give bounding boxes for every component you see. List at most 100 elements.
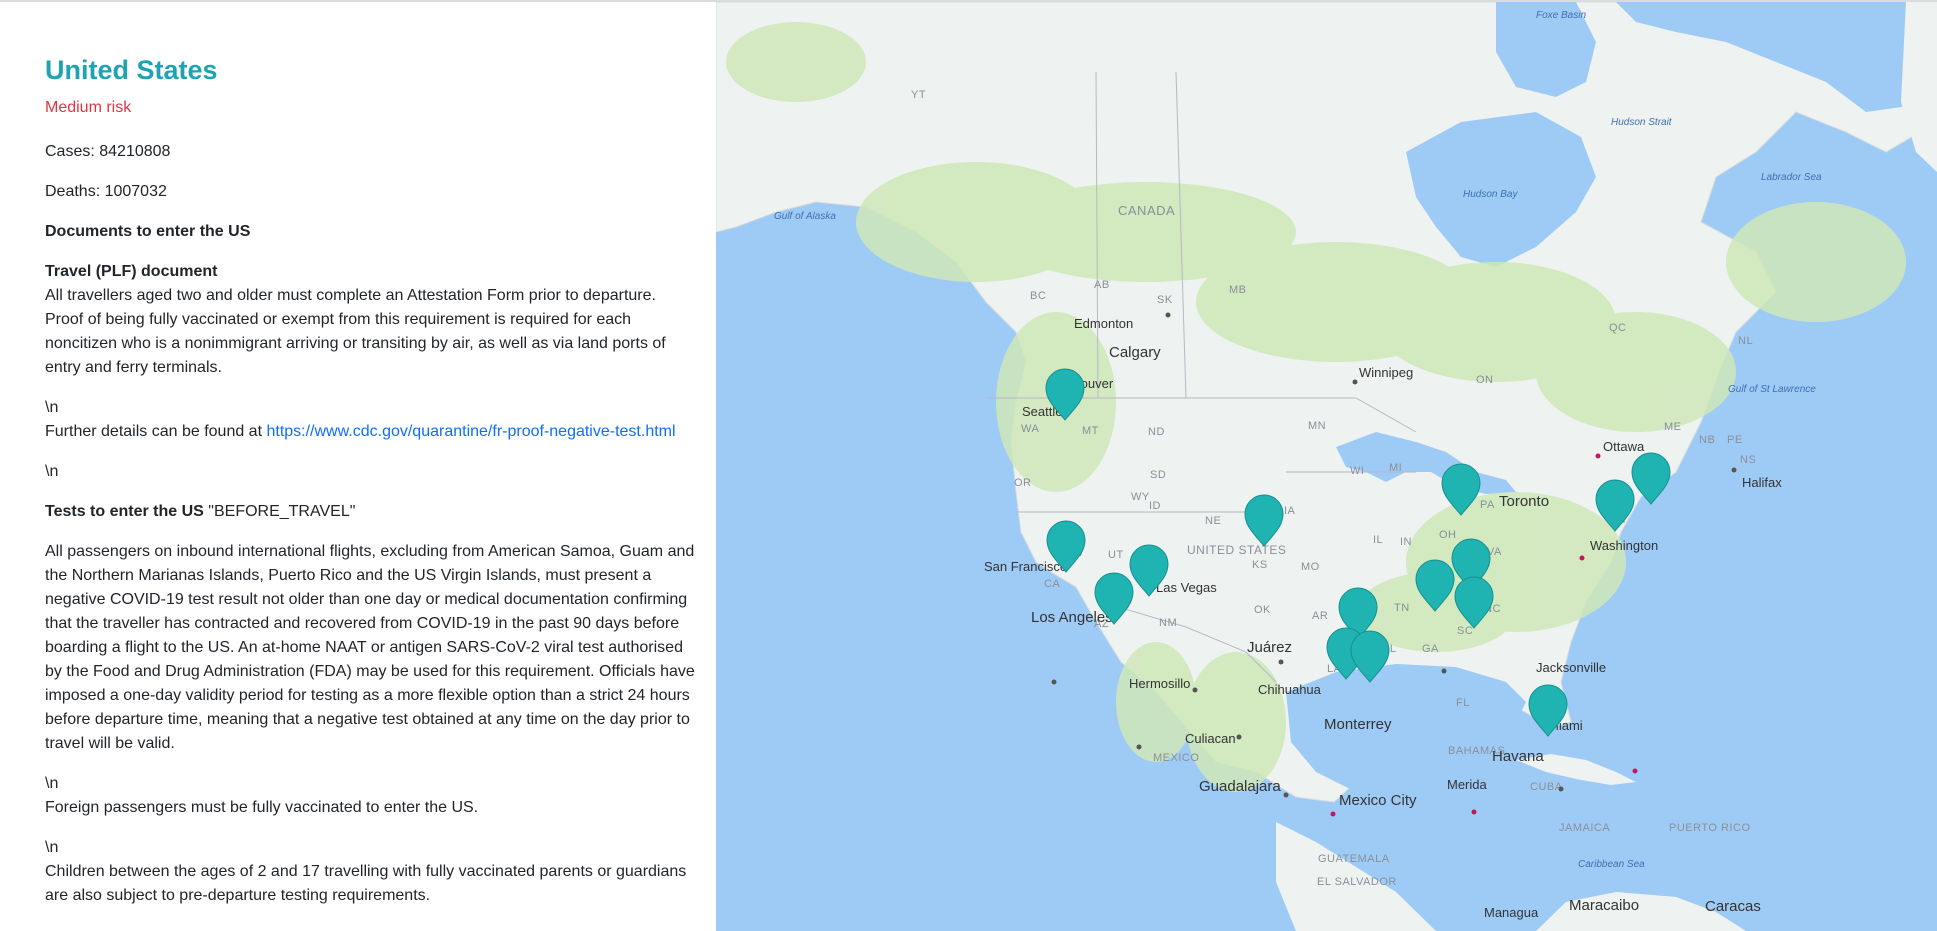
label-il: IL: [1373, 534, 1383, 546]
newline-marker: \n: [45, 463, 59, 480]
label-juarez: Juárez: [1247, 639, 1292, 656]
label-sd: SD: [1150, 469, 1166, 481]
label-jacksonville: Jacksonville: [1536, 660, 1606, 675]
tests-text: All passengers on inbound international …: [45, 543, 695, 752]
label-guatemala: GUATEMALA: [1318, 853, 1390, 865]
label-on: ON: [1476, 374, 1494, 386]
label-canada: CANADA: [1118, 203, 1175, 218]
newline-marker: \n: [45, 775, 59, 792]
label-hermosillo: Hermosillo: [1129, 676, 1190, 691]
label-ab: AB: [1094, 279, 1110, 291]
label-hudson-bay: Hudson Bay: [1463, 189, 1518, 200]
label-el-salvador: EL SALVADOR: [1317, 876, 1397, 888]
label-or: OR: [1014, 477, 1032, 489]
cdc-link[interactable]: https://www.cdc.gov/quarantine/fr-proof-…: [266, 423, 675, 440]
label-culiacan: Culiacan: [1185, 731, 1236, 746]
label-gulf-of-alaska: Gulf of Alaska: [774, 211, 836, 222]
newline-marker: \n: [45, 399, 59, 416]
cases-count: Cases: 84210808: [45, 143, 171, 160]
label-sc: SC: [1457, 625, 1473, 637]
label-los-angeles: Los Angeles: [1031, 609, 1113, 626]
label-wy: WY: [1131, 491, 1150, 503]
tests-heading-line: Tests to enter the US "BEFORE_TRAVEL": [45, 500, 695, 524]
plf-heading: Travel (PLF) document: [45, 263, 218, 280]
label-yt: YT: [911, 89, 926, 101]
label-id: ID: [1149, 500, 1161, 512]
children-text: Children between the ages of 2 and 17 tr…: [45, 863, 687, 904]
label-ks: KS: [1252, 559, 1268, 571]
label-nb: NB: [1699, 434, 1715, 446]
label-calgary: Calgary: [1109, 344, 1161, 361]
label-monterrey: Monterrey: [1324, 716, 1392, 733]
label-labrador-sea: Labrador Sea: [1761, 172, 1822, 183]
label-united-states: UNITED STATES: [1187, 543, 1286, 557]
label-ne: NE: [1205, 515, 1221, 527]
label-ia: IA: [1284, 505, 1296, 517]
label-ga: GA: [1422, 643, 1439, 655]
label-ut: UT: [1108, 549, 1124, 561]
documents-heading: Documents to enter the US: [45, 223, 251, 240]
label-ok: OK: [1254, 604, 1271, 616]
label-ottawa: Ottawa: [1603, 439, 1645, 454]
label-chihuahua: Chihuahua: [1258, 682, 1322, 697]
label-toronto: Toronto: [1499, 493, 1549, 510]
label-mi: MI: [1389, 462, 1402, 474]
label-cuba: CUBA: [1530, 781, 1563, 793]
label-nd: ND: [1148, 426, 1165, 438]
label-puerto-rico: PUERTO RICO: [1669, 822, 1751, 834]
vaccinated-text: Foreign passengers must be fully vaccina…: [45, 799, 479, 816]
label-hudson-strait: Hudson Strait: [1611, 117, 1673, 128]
label-wa: WA: [1021, 423, 1039, 435]
plf-text: All travellers aged two and older must c…: [45, 287, 666, 376]
label-nm: NM: [1159, 617, 1177, 629]
label-managua: Managua: [1484, 905, 1539, 920]
further-prefix: Further details can be found at: [45, 423, 267, 440]
label-mexico-city: Mexico City: [1339, 792, 1417, 809]
map-view[interactable]: Foxe Basin Hudson Strait Hudson Bay Labr…: [716, 2, 1937, 931]
label-wi: WI: [1350, 465, 1364, 477]
label-ar: AR: [1312, 610, 1328, 622]
label-in: IN: [1400, 536, 1412, 548]
label-fl: FL: [1456, 697, 1470, 709]
label-san-francisco: San Francisco: [984, 559, 1067, 574]
label-mt: MT: [1082, 425, 1099, 437]
label-mb: MB: [1229, 284, 1247, 296]
map-canvas[interactable]: Foxe Basin Hudson Strait Hudson Bay Labr…: [716, 2, 1937, 931]
label-havana: Havana: [1492, 748, 1544, 765]
label-edmonton: Edmonton: [1074, 316, 1133, 331]
label-las-vegas: Las Vegas: [1156, 580, 1217, 595]
deaths-count: Deaths: 1007032: [45, 183, 167, 200]
label-maracaibo: Maracaibo: [1569, 897, 1639, 914]
label-pa: PA: [1480, 499, 1495, 511]
label-halifax: Halifax: [1742, 475, 1782, 490]
label-qc: QC: [1609, 322, 1627, 334]
label-ns: NS: [1740, 454, 1756, 466]
label-pe: PE: [1727, 434, 1743, 446]
label-mexico: MEXICO: [1153, 752, 1199, 764]
label-nl: NL: [1738, 335, 1753, 347]
label-winnipeg: Winnipeg: [1359, 365, 1413, 380]
newline-marker: \n: [45, 839, 59, 856]
further-details: Further details can be found at https://…: [45, 420, 695, 444]
label-jamaica: JAMAICA: [1559, 822, 1610, 834]
label-washington: Washington: [1590, 538, 1658, 553]
label-mn: MN: [1308, 420, 1326, 432]
label-foxe-basin: Foxe Basin: [1536, 10, 1586, 21]
label-tn: TN: [1394, 602, 1410, 614]
risk-level: Medium risk: [45, 99, 132, 116]
country-title: United States: [45, 55, 218, 85]
label-caracas: Caracas: [1705, 898, 1761, 915]
label-caribbean-sea: Caribbean Sea: [1578, 859, 1645, 870]
label-me: ME: [1664, 421, 1682, 433]
label-bc: BC: [1030, 290, 1046, 302]
tests-code: "BEFORE_TRAVEL": [203, 503, 356, 520]
label-guadalajara: Guadalajara: [1199, 778, 1281, 795]
label-mo: MO: [1301, 561, 1320, 573]
label-sk: SK: [1157, 294, 1173, 306]
label-gulf-st-lawrence: Gulf of St Lawrence: [1728, 384, 1816, 395]
label-merida: Merida: [1447, 777, 1488, 792]
tests-heading: Tests to enter the US: [45, 503, 204, 520]
label-ca: CA: [1044, 578, 1060, 590]
country-info-panel: United States Medium risk Cases: 8421080…: [0, 2, 716, 931]
label-oh: OH: [1439, 529, 1457, 541]
